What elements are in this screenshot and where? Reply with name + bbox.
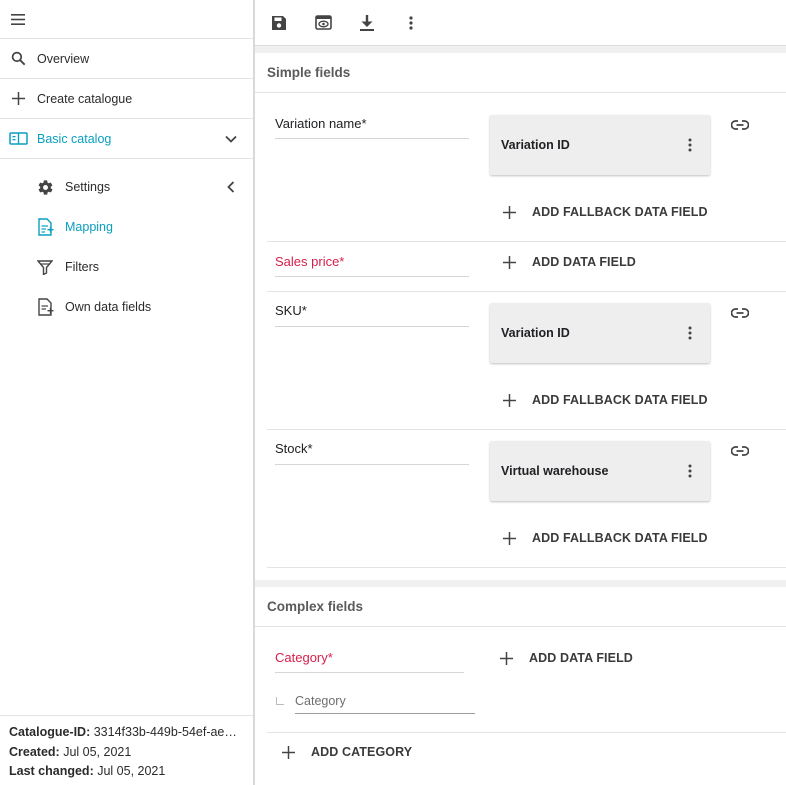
plus-icon [279,743,297,761]
link-icon[interactable] [729,302,751,324]
field-row-stock: Stock* Virtual warehouse ADD FALLBACK DA… [267,430,786,568]
catalogue-id: Catalogue-ID: 3314f33b-449b-54ef-ae… [9,723,244,743]
button-label: ADD FALLBACK DATA FIELD [532,531,708,545]
plus-icon [500,203,518,221]
sidebar-header [0,0,253,39]
plus-icon [500,391,518,409]
field-label: Stock* [275,441,313,456]
mapping-document-icon [35,217,55,237]
hamburger-menu-icon[interactable] [10,12,26,26]
button-label: ADD DATA FIELD [532,255,636,269]
plus-icon [500,529,518,547]
data-field-chip[interactable]: Virtual warehouse [490,441,710,501]
catalog-book-icon [8,129,28,149]
data-field-chip[interactable]: Variation ID [490,303,710,363]
sidebar-item-basic-catalog[interactable]: Basic catalog [0,119,253,159]
field-underline [275,326,469,327]
add-data-field-button[interactable]: ADD DATA FIELD [500,250,636,274]
add-data-field-button[interactable]: ADD DATA FIELD [497,646,633,670]
catalogue-id-value: 3314f33b-449b-54ef-ae… [90,725,237,739]
link-icon[interactable] [729,114,751,136]
created-value: Jul 05, 2021 [59,744,132,759]
subcategory-connector-icon [276,697,284,705]
chip-label: Variation ID [501,138,570,152]
field-row-sku: SKU* Variation ID ADD FALLBACK DATA FIEL… [267,292,786,430]
sidebar-item-create-catalogue[interactable]: Create catalogue [0,79,253,119]
sidebar-subitem-own-data-fields[interactable]: Own data fields [0,287,253,327]
chevron-left-icon[interactable] [221,177,241,197]
last-changed-label: Last changed: [9,764,94,778]
last-changed-value: Jul 05, 2021 [93,764,166,778]
button-label: ADD FALLBACK DATA FIELD [532,393,708,407]
sidebar-subitem-label: Mapping [65,220,113,234]
sidebar-item-label: Overview [37,51,90,66]
chip-label: Virtual warehouse [501,464,609,478]
data-field-chip[interactable]: Variation ID [490,115,710,175]
sidebar-subitem-filters[interactable]: Filters [0,247,253,287]
last-changed-date: Last changed: Jul 05, 2021 [9,762,244,782]
field-underline [275,276,469,277]
main-content: Simple fields Variation name* Variation … [255,0,786,785]
simple-fields-title: Simple fields [255,53,786,93]
more-vertical-icon[interactable] [682,461,698,481]
category-input[interactable]: Category [295,694,346,708]
add-category-button[interactable]: ADD CATEGORY [279,740,412,764]
more-vertical-icon[interactable] [401,13,421,33]
save-icon[interactable] [269,13,289,33]
category-field-label: Category* [275,650,333,665]
sidebar-subitem-label: Settings [65,180,111,194]
link-icon[interactable] [729,440,751,462]
toolbar [255,0,786,46]
sidebar: Overview Create catalogue Basic catalog … [0,0,253,785]
field-label: Sales price* [275,254,345,269]
created-label: Created: [9,744,60,759]
sidebar-item-overview[interactable]: Overview [0,39,253,79]
field-underline [275,672,464,673]
category-input-underline [295,713,475,714]
catalogue-info: Catalogue-ID: 3314f33b-449b-54ef-ae… Cre… [0,715,253,785]
sidebar-item-label: Create catalogue [37,91,133,106]
preview-icon[interactable] [313,13,333,33]
more-vertical-icon[interactable] [682,323,698,343]
sidebar-subitem-label: Own data fields [65,300,152,314]
simple-fields-card: Simple fields Variation name* Variation … [255,53,786,580]
plus-icon [8,89,28,109]
field-row-variation-name: Variation name* Variation ID ADD FALLBAC… [267,93,786,242]
sidebar-subitem-mapping[interactable]: Mapping [0,207,253,247]
sidebar-subitem-settings[interactable]: Settings [0,167,253,207]
document-add-icon [35,297,55,317]
chip-label: Variation ID [501,326,570,340]
button-label: ADD DATA FIELD [529,651,633,665]
field-label: SKU* [275,303,307,318]
field-underline [275,464,469,465]
plus-icon [500,253,518,271]
more-vertical-icon[interactable] [682,135,698,155]
complex-divider [267,732,786,733]
catalogue-id-label: Catalogue-ID: [9,725,91,739]
field-label: Variation name* [275,116,367,131]
sidebar-item-label: Basic catalog [37,131,112,146]
chevron-down-icon[interactable] [221,129,241,149]
complex-fields-title: Complex fields [255,587,786,627]
button-label: ADD FALLBACK DATA FIELD [532,205,708,219]
add-fallback-data-field-button[interactable]: ADD FALLBACK DATA FIELD [500,526,708,550]
complex-fields-card: Complex fields Category* ADD DATA FIELD … [255,587,786,785]
button-label: ADD CATEGORY [311,745,413,759]
created-date: Created: Jul 05, 2021 [9,743,244,763]
sidebar-subitem-label: Filters [65,260,100,274]
search-icon [8,49,28,69]
add-fallback-data-field-button[interactable]: ADD FALLBACK DATA FIELD [500,388,708,412]
plus-icon [497,649,515,667]
download-icon[interactable] [357,13,377,33]
gear-icon [35,177,55,197]
field-row-sales-price: Sales price* ADD DATA FIELD [267,242,786,292]
add-fallback-data-field-button[interactable]: ADD FALLBACK DATA FIELD [500,200,708,224]
field-underline [275,138,469,139]
filter-funnel-icon [35,257,55,277]
